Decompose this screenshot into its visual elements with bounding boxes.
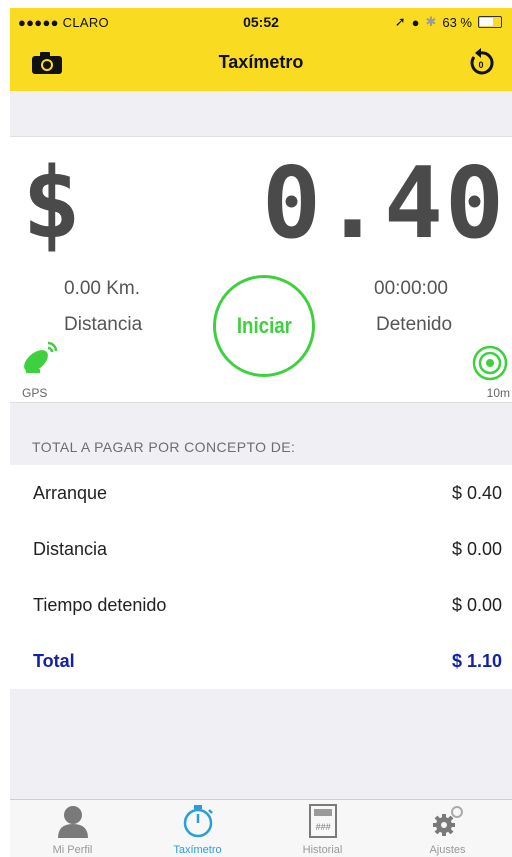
tab-bar: Mi Perfil Taxímetro ### Historial Ajuste… — [10, 799, 512, 857]
empty-area — [10, 689, 512, 799]
concept-name: Tiempo detenido — [33, 595, 167, 615]
bluetooth-icon: ✱ — [425, 14, 437, 29]
stopwatch-icon — [183, 805, 213, 838]
start-label: Iniciar — [236, 313, 292, 338]
tab-profile[interactable]: Mi Perfil — [10, 800, 135, 857]
distance-label: Distancia — [64, 314, 143, 335]
start-button[interactable]: Iniciar — [213, 275, 315, 377]
gps-label: GPS — [22, 386, 48, 400]
total-label: Total — [33, 651, 75, 671]
history-icon: ### — [308, 804, 337, 838]
tab-label: Historial — [302, 844, 343, 856]
reset-icon[interactable]: 0 — [466, 48, 496, 78]
meter-panel: $ 0.40 0.00 Km. Distancia Iniciar 00:00:… — [10, 137, 512, 402]
battery-percent: 63 % — [442, 14, 472, 30]
tab-label: Taxímetro — [173, 844, 222, 856]
timer-label: Detenido — [376, 314, 453, 335]
list-item: Distancia $ 0.00 — [10, 521, 512, 578]
spacer-band — [10, 91, 512, 137]
concept-value: $ 0.40 — [451, 483, 502, 503]
settings-icon — [432, 806, 463, 836]
page-title: Taxímetro — [218, 52, 304, 72]
battery-icon — [478, 16, 502, 28]
tab-settings[interactable]: Ajustes — [385, 800, 510, 857]
profile-icon — [57, 806, 88, 838]
status-right: ➚ ● ✱ 63 % — [395, 14, 502, 30]
svg-text:###: ### — [315, 822, 331, 832]
nav-bar: Taxímetro 0 — [10, 44, 512, 84]
tab-taximeter[interactable]: Taxímetro — [135, 800, 260, 857]
top-bar: ●●●●● CLARO 05:52 ➚ ● ✱ 63 % Taxímetro 0 — [10, 8, 512, 91]
list-item: Tiempo detenido $ 0.00 — [10, 577, 512, 634]
currency-symbol: $ — [22, 147, 82, 261]
concept-value: $ 0.00 — [451, 539, 502, 559]
tab-history[interactable]: ### Historial — [260, 800, 385, 857]
location-icon: ➚ — [394, 14, 406, 29]
svg-text:0: 0 — [478, 60, 483, 70]
concept-name: Arranque — [33, 483, 108, 503]
distance-value: 0.00 Km. — [64, 278, 141, 299]
timer-value: 00:00:00 — [374, 278, 448, 299]
concept-value: $ 0.00 — [451, 595, 502, 615]
concept-name: Distancia — [33, 539, 108, 559]
tab-label: Mi Perfil — [52, 844, 93, 856]
accuracy-icon — [472, 345, 508, 381]
breakdown-header: TOTAL A PAGAR POR CONCEPTO DE: — [32, 439, 296, 455]
list-item: Arranque $ 0.40 — [10, 465, 512, 522]
satellite-icon — [24, 341, 58, 373]
total-value: $ 1.10 — [451, 651, 502, 671]
accuracy-label: 10m — [486, 386, 510, 400]
breakdown-section-header: TOTAL A PAGAR POR CONCEPTO DE: — [10, 402, 512, 466]
total-row: Total $ 1.10 — [10, 633, 512, 690]
fare-amount: 0.40 — [261, 147, 506, 261]
alarm-icon: ● — [411, 14, 420, 30]
tab-label: Ajustes — [429, 844, 466, 856]
status-bar: ●●●●● CLARO 05:52 ➚ ● ✱ 63 % — [10, 8, 512, 38]
